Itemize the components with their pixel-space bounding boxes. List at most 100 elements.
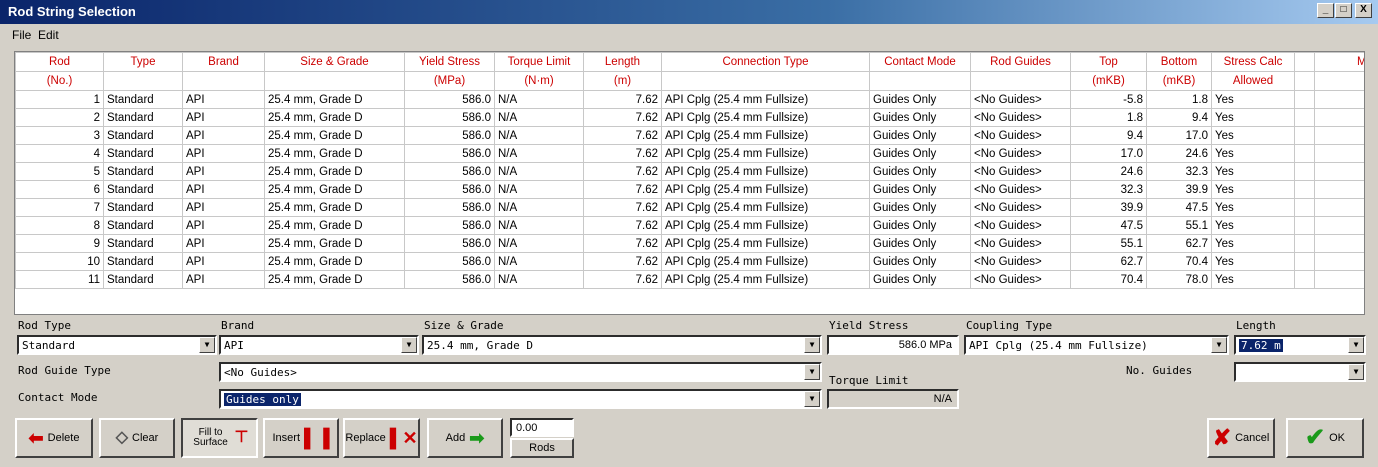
table-cell[interactable]: Standard: [103, 108, 183, 127]
table-cell[interactable]: 25.4 mm, Grade D: [264, 198, 405, 217]
table-cell[interactable]: 5: [15, 162, 104, 181]
table-cell[interactable]: API Cplg (25.4 mm Fullsize): [661, 126, 870, 145]
table-cell[interactable]: Standard: [103, 270, 183, 289]
table-cell[interactable]: 9.4: [1070, 126, 1147, 145]
table-row[interactable]: 8 Standard API 25.4 mm, Grade D 586.0 N/A 7.62…: [15, 216, 1364, 235]
table-cell[interactable]: Guides Only: [869, 90, 971, 109]
table-cell[interactable]: <No Guides>: [970, 198, 1071, 217]
rod-grid[interactable]: Rod Type Brand Size & Grade Yield Stress Torq…: [14, 51, 1365, 315]
table-cell[interactable]: N/A: [494, 198, 584, 217]
table-cell[interactable]: 78.0: [1146, 270, 1212, 289]
table-cell[interactable]: [1314, 162, 1364, 181]
table-cell[interactable]: 3: [15, 126, 104, 145]
table-cell[interactable]: Standard: [103, 252, 183, 271]
table-cell[interactable]: Guides Only: [869, 108, 971, 127]
close-button[interactable]: X: [1355, 3, 1372, 18]
table-cell[interactable]: [1294, 162, 1315, 181]
table-cell[interactable]: Yes: [1211, 108, 1295, 127]
table-cell[interactable]: 4: [15, 144, 104, 163]
column-header[interactable]: [1294, 52, 1315, 72]
rods-button[interactable]: Rods: [510, 438, 574, 458]
table-cell[interactable]: Standard: [103, 216, 183, 235]
table-row[interactable]: 2 Standard API 25.4 mm, Grade D 586.0 N/A 7.62…: [15, 108, 1364, 127]
table-cell[interactable]: 17.0: [1070, 144, 1147, 163]
table-cell[interactable]: 25.4 mm, Grade D: [264, 270, 405, 289]
table-cell[interactable]: <No Guides>: [970, 234, 1071, 253]
table-cell[interactable]: 17.0: [1146, 126, 1212, 145]
table-cell[interactable]: API Cplg (25.4 mm Fullsize): [661, 270, 870, 289]
table-cell[interactable]: [1314, 216, 1364, 235]
table-cell[interactable]: 32.3: [1070, 180, 1147, 199]
table-cell[interactable]: API Cplg (25.4 mm Fullsize): [661, 144, 870, 163]
table-cell[interactable]: Guides Only: [869, 144, 971, 163]
table-cell[interactable]: 8: [15, 216, 104, 235]
table-cell[interactable]: 586.0: [404, 270, 495, 289]
table-cell[interactable]: [1294, 216, 1315, 235]
table-cell[interactable]: Guides Only: [869, 180, 971, 199]
table-cell[interactable]: [1314, 108, 1364, 127]
clear-button[interactable]: ◇ Clear: [99, 418, 175, 458]
table-row[interactable]: 5 Standard API 25.4 mm, Grade D 586.0 N/A 7.62…: [15, 162, 1364, 181]
table-cell[interactable]: 24.6: [1146, 144, 1212, 163]
table-cell[interactable]: [1314, 270, 1364, 289]
rod-guide-type-select[interactable]: <No Guides> ▼: [219, 362, 822, 382]
table-cell[interactable]: 25.4 mm, Grade D: [264, 162, 405, 181]
table-cell[interactable]: Yes: [1211, 144, 1295, 163]
table-cell[interactable]: 7.62: [583, 108, 662, 127]
chevron-down-icon[interactable]: ▼: [804, 337, 820, 353]
fill-to-surface-button[interactable]: Fill to Surface ⊤: [181, 418, 258, 458]
table-cell[interactable]: 7.62: [583, 180, 662, 199]
table-cell[interactable]: 7.62: [583, 162, 662, 181]
table-cell[interactable]: Yes: [1211, 234, 1295, 253]
table-cell[interactable]: API: [182, 180, 265, 199]
table-cell[interactable]: API Cplg (25.4 mm Fullsize): [661, 234, 870, 253]
column-header[interactable]: Rod: [15, 52, 104, 72]
table-cell[interactable]: N/A: [494, 90, 584, 109]
rod-type-select[interactable]: Standard ▼: [17, 335, 217, 355]
cancel-button[interactable]: ✘ Cancel: [1207, 418, 1275, 458]
table-cell[interactable]: Standard: [103, 162, 183, 181]
table-cell[interactable]: 25.4 mm, Grade D: [264, 216, 405, 235]
table-cell[interactable]: 586.0: [404, 162, 495, 181]
table-cell[interactable]: [1314, 252, 1364, 271]
table-cell[interactable]: 11: [15, 270, 104, 289]
table-cell[interactable]: API Cplg (25.4 mm Fullsize): [661, 180, 870, 199]
table-cell[interactable]: 25.4 mm, Grade D: [264, 126, 405, 145]
table-cell[interactable]: 7.62: [583, 216, 662, 235]
table-cell[interactable]: N/A: [494, 270, 584, 289]
table-cell[interactable]: 25.4 mm, Grade D: [264, 234, 405, 253]
chevron-down-icon[interactable]: ▼: [199, 337, 215, 353]
table-row[interactable]: 4 Standard API 25.4 mm, Grade D 586.0 N/A 7.62…: [15, 144, 1364, 163]
table-cell[interactable]: Standard: [103, 126, 183, 145]
table-cell[interactable]: API: [182, 234, 265, 253]
table-cell[interactable]: API: [182, 126, 265, 145]
table-cell[interactable]: 6: [15, 180, 104, 199]
table-cell[interactable]: 55.1: [1146, 216, 1212, 235]
chevron-down-icon[interactable]: ▼: [804, 364, 820, 380]
rods-count-field[interactable]: 0.00: [510, 418, 574, 437]
table-cell[interactable]: 55.1: [1070, 234, 1147, 253]
coupling-type-select[interactable]: API Cplg (25.4 mm Fullsize) ▼: [964, 335, 1229, 355]
table-cell[interactable]: Standard: [103, 180, 183, 199]
table-cell[interactable]: -5.8: [1070, 90, 1147, 109]
table-cell[interactable]: Guides Only: [869, 126, 971, 145]
chevron-down-icon[interactable]: ▼: [1348, 364, 1364, 380]
table-cell[interactable]: API Cplg (25.4 mm Fullsize): [661, 108, 870, 127]
table-cell[interactable]: Guides Only: [869, 198, 971, 217]
table-cell[interactable]: 586.0: [404, 252, 495, 271]
table-cell[interactable]: API: [182, 144, 265, 163]
column-header[interactable]: Connection Type: [661, 52, 870, 72]
table-cell[interactable]: Standard: [103, 90, 183, 109]
table-cell[interactable]: 586.0: [404, 144, 495, 163]
table-cell[interactable]: <No Guides>: [970, 108, 1071, 127]
table-cell[interactable]: [1314, 90, 1364, 109]
yield-stress-field[interactable]: 586.0 MPa: [827, 335, 959, 355]
table-cell[interactable]: <No Guides>: [970, 216, 1071, 235]
table-cell[interactable]: 70.4: [1070, 270, 1147, 289]
table-cell[interactable]: API: [182, 216, 265, 235]
table-cell[interactable]: 32.3: [1146, 162, 1212, 181]
table-cell[interactable]: API: [182, 198, 265, 217]
table-cell[interactable]: [1294, 126, 1315, 145]
column-header[interactable]: Top: [1070, 52, 1147, 72]
table-cell[interactable]: [1314, 126, 1364, 145]
